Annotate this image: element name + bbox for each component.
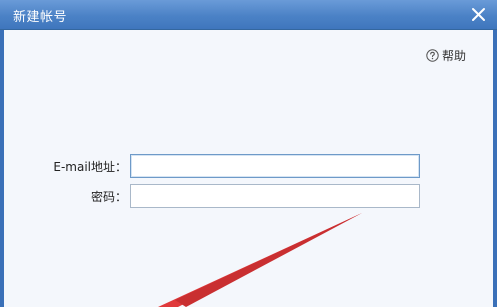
help-icon [426, 49, 439, 62]
new-account-dialog: 新建帐号 帮助 E-mail地址： 密码： [0, 0, 497, 307]
help-label: 帮助 [441, 49, 466, 63]
dialog-body: 帮助 E-mail地址： 密码： [4, 30, 493, 307]
password-field[interactable] [130, 184, 420, 208]
email-label: E-mail地址： [53, 159, 127, 174]
help-link[interactable]: 帮助 [426, 47, 466, 64]
email-row: E-mail地址： [4, 154, 420, 178]
password-label: 密码： [90, 189, 127, 204]
email-field[interactable] [130, 154, 420, 178]
title-bar[interactable]: 新建帐号 [0, 0, 497, 30]
password-row: 密码： [4, 184, 420, 208]
dialog-title: 新建帐号 [13, 10, 68, 25]
close-icon[interactable] [470, 6, 487, 23]
